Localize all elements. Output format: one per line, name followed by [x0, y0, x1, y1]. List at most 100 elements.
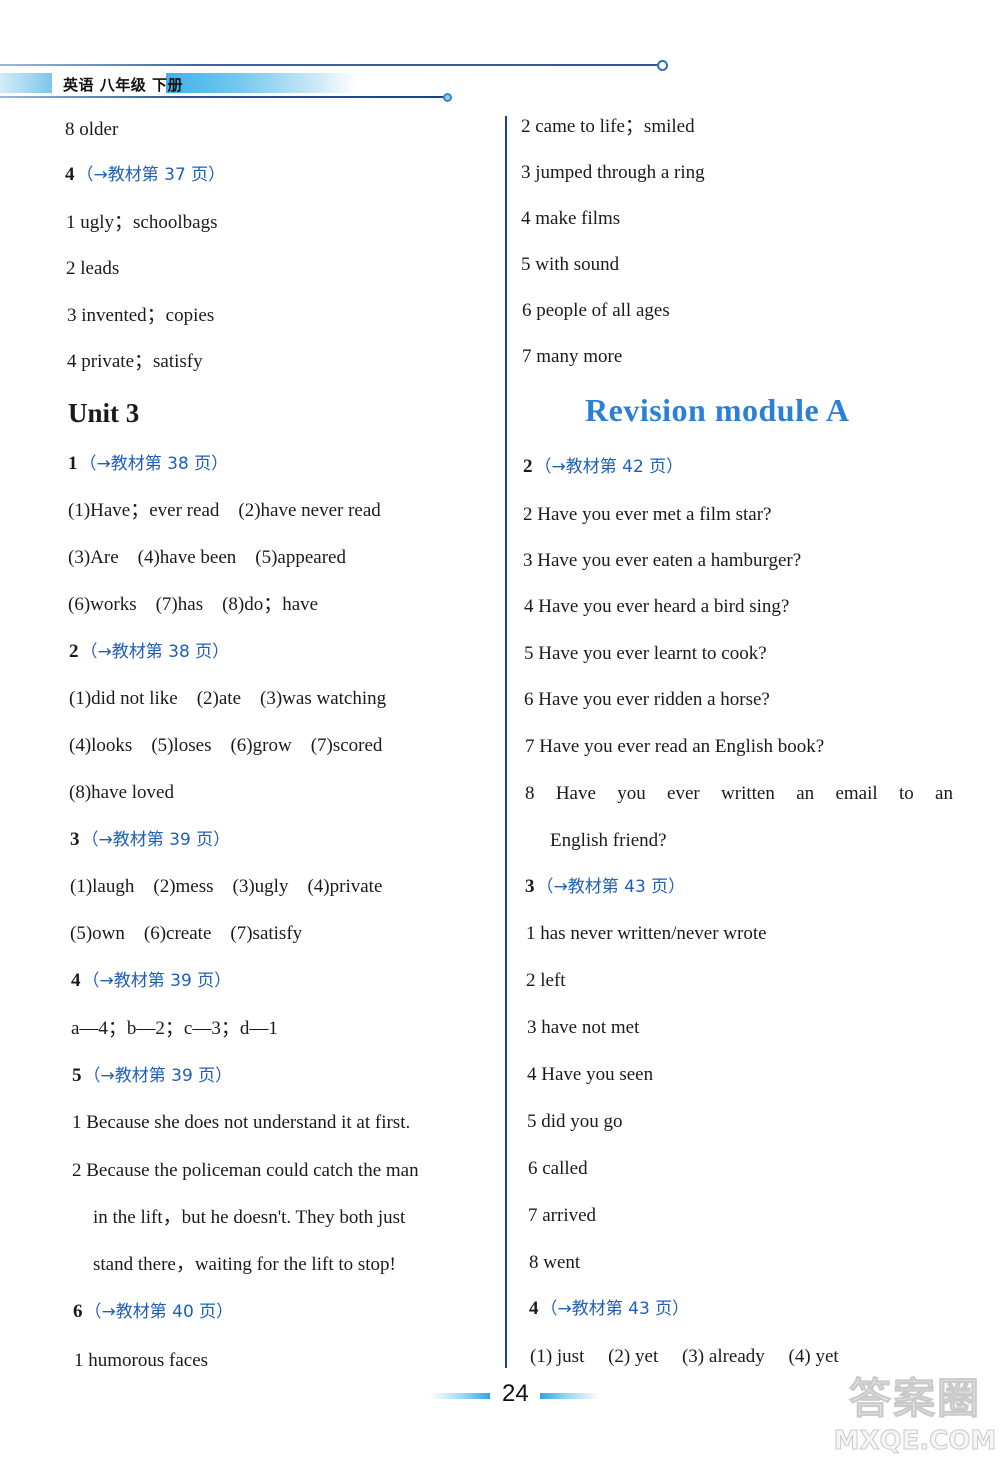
answer-line-continued: in the lift，but he doesn't. They both ju…	[93, 1207, 406, 1228]
answer-line: 2 came to life；smiled	[521, 116, 695, 137]
header-rule-bottom-dot	[443, 93, 452, 102]
answer-item: (2)have never read	[238, 500, 381, 521]
header-band-left-deco	[0, 73, 52, 93]
watermark: 答案圈 MXQE.COM	[830, 1365, 1000, 1457]
question-heading: 2 （→教材第 42 页）	[523, 455, 683, 479]
answer-item: (6)works	[68, 594, 137, 615]
answer-line: 3 have not met	[527, 1017, 640, 1038]
unit-title: Unit 3	[68, 398, 140, 428]
word: written	[721, 783, 775, 804]
textbook-page-ref: （→教材第 37 页）	[76, 165, 226, 185]
answer-line: 6 called	[528, 1158, 588, 1179]
textbook-page-ref: （→教材第 40 页）	[84, 1302, 234, 1322]
answer-row: (1) just (2) yet (3) already (4) yet	[530, 1345, 839, 1369]
answer-item: (3) already	[681, 1346, 765, 1367]
word: 8	[525, 783, 535, 804]
answer-line: 5 with sound	[521, 254, 620, 275]
header-band-right-deco	[166, 73, 356, 93]
answer-item: (2)mess	[153, 876, 214, 897]
question-heading: 6 （→教材第 40 页）	[73, 1300, 233, 1324]
header-rule-end-dot	[657, 60, 668, 71]
answer-line: 6 people of all ages	[522, 300, 670, 321]
textbook-page-ref: （→教材第 39 页）	[81, 830, 231, 850]
answer-line: 8 went	[529, 1252, 581, 1273]
answer-item: (5)own	[70, 923, 125, 944]
textbook-page-ref: （→教材第 39 页）	[83, 1066, 233, 1086]
header-rule-bottom	[0, 96, 446, 98]
question-number: 6	[73, 1301, 83, 1322]
answer-line: 5 Have you ever learnt to cook?	[524, 643, 767, 664]
answer-line: 7 arrived	[528, 1205, 597, 1226]
word: an	[796, 783, 815, 804]
word: email	[835, 783, 878, 804]
answer-item: (2) yet	[608, 1346, 659, 1367]
textbook-page-ref: （→教材第 43 页）	[540, 1299, 690, 1319]
question-heading: 3 （→教材第 39 页）	[70, 828, 230, 852]
watermark-url: MXQE.COM	[833, 1426, 997, 1457]
word: you	[617, 783, 646, 804]
answer-line: 2 left	[526, 970, 566, 991]
answer-line: 1 ugly；schoolbags	[66, 212, 218, 233]
question-heading: 4 （→教材第 43 页）	[529, 1297, 689, 1321]
page-number: 24	[502, 1380, 529, 1407]
question-heading: 1 （→教材第 38 页）	[68, 452, 228, 476]
answer-line: 6 Have you ever ridden a horse?	[524, 689, 770, 710]
answer-line: a—4；b—2；c—3；d—1	[71, 1018, 278, 1039]
footer-deco-left	[430, 1393, 490, 1399]
header-rule-top	[0, 64, 660, 66]
answer-item: (8)do；have	[222, 594, 319, 615]
answer-line: 1 has never written/never wrote	[526, 923, 767, 944]
answer-item: (4)have been	[137, 547, 237, 568]
answer-row: (3)Are (4)have been (5)appeared	[68, 546, 346, 570]
answer-line: 4 make films	[521, 208, 621, 229]
answer-row: (1)laugh (2)mess (3)ugly (4)private	[70, 875, 382, 899]
answer-line: 1 Because she does not understand it at …	[72, 1112, 411, 1133]
answer-row: (1)did not like (2)ate (3)was watching	[69, 687, 386, 711]
question-number: 4	[71, 970, 81, 991]
word: ever	[667, 783, 700, 804]
answer-line: 7 Have you ever read an English book?	[525, 736, 825, 757]
answer-item: (6)grow	[230, 735, 292, 756]
question-heading: 5 （→教材第 39 页）	[72, 1064, 232, 1088]
answer-item: (4)private	[307, 876, 383, 897]
answer-line: 5 did you go	[527, 1111, 623, 1132]
answer-line: 3 Have you ever eaten a hamburger?	[523, 550, 802, 571]
question-number: 3	[525, 876, 535, 897]
question-number: 1	[68, 453, 78, 474]
answer-line: 4 Have you seen	[527, 1064, 654, 1085]
question-heading: 4 （→教材第 37 页）	[65, 163, 225, 187]
question-heading: 4 （→教材第 39 页）	[71, 969, 231, 993]
answer-line: 1 humorous faces	[74, 1350, 209, 1371]
answer-line-continued: stand there，waiting for the lift to stop…	[93, 1254, 396, 1275]
footer-deco-right	[540, 1393, 600, 1399]
answer-item: (6)create	[143, 923, 212, 944]
answer-item: (7)satisfy	[230, 923, 303, 944]
question-number: 4	[529, 1298, 539, 1319]
answer-item: (5)loses	[151, 735, 212, 756]
answer-row: (4)looks (5)loses (6)grow (7)scored	[69, 734, 382, 758]
question-heading: 3 （→教材第 43 页）	[525, 875, 685, 899]
answer-line: 2 Have you ever met a film star?	[523, 504, 772, 525]
answer-line-justified: 8 Have you ever written an email to an	[525, 782, 953, 806]
textbook-page-ref: （→教材第 38 页）	[79, 454, 229, 474]
answer-row: (6)works (7)has (8)do；have	[68, 593, 318, 617]
module-title: Revision module A	[585, 392, 850, 428]
answer-line: 2 Because the policeman could catch the …	[72, 1160, 419, 1181]
answer-item: (1) just	[530, 1346, 585, 1367]
question-heading: 2 （→教材第 38 页）	[69, 640, 229, 664]
answer-line-continued: English friend?	[550, 830, 667, 851]
answer-item: (7)has	[155, 594, 204, 615]
answer-item: (3)Are	[68, 547, 119, 568]
answer-row: (8)have loved	[69, 781, 174, 805]
answer-item: (2)ate	[196, 688, 242, 709]
word: to	[898, 783, 914, 804]
textbook-page-ref: （→教材第 42 页）	[534, 457, 684, 477]
answer-line: 2 leads	[66, 258, 120, 279]
textbook-page-ref: （→教材第 43 页）	[536, 877, 686, 897]
answer-line: 3 jumped through a ring	[521, 162, 705, 183]
answer-item: (5)appeared	[255, 547, 346, 568]
book-title: 英语 八年级 下册	[63, 76, 183, 94]
answer-item: (4)looks	[69, 735, 133, 756]
answer-item: (8)have loved	[69, 782, 174, 803]
answer-item: (3)ugly	[232, 876, 289, 897]
